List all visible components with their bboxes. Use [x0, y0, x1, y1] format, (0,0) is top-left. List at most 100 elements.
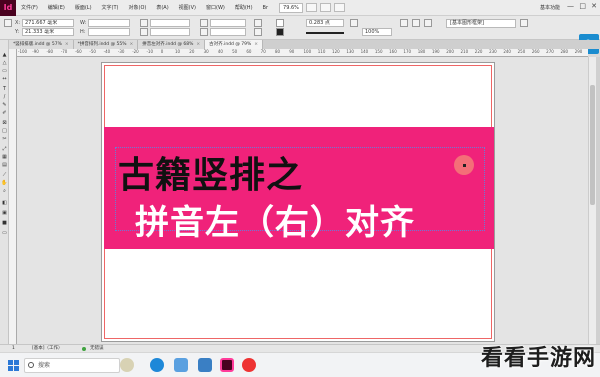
zoom-level[interactable]: 79.6% — [279, 2, 303, 13]
scale-x-icon[interactable] — [140, 19, 148, 27]
close-button[interactable]: ✕ — [591, 2, 597, 10]
selection-tool-icon[interactable]: ▲ — [1, 52, 8, 58]
maximize-button[interactable]: □ — [579, 2, 586, 10]
close-tab-icon[interactable]: × — [254, 42, 258, 47]
x-field[interactable]: 271.667 毫米 — [22, 19, 74, 27]
line-tool-icon[interactable]: / — [1, 94, 8, 100]
minimize-button[interactable]: — — [567, 2, 574, 10]
rectangle-frame-tool-icon[interactable]: ⊠ — [1, 120, 8, 126]
rectangle-tool-icon[interactable]: □ — [1, 128, 8, 134]
menu-window[interactable]: 窗口(W) — [201, 4, 230, 11]
task-view-icon[interactable] — [174, 358, 188, 372]
stroke-swatch-icon[interactable] — [276, 28, 284, 36]
zoom-tool-icon[interactable]: ⌕ — [1, 188, 8, 194]
type-tool-icon[interactable]: T — [1, 86, 8, 92]
opacity-field[interactable]: 100% — [362, 28, 392, 36]
gap-tool-icon[interactable]: ↔ — [1, 76, 8, 82]
object-style-select[interactable]: [基本图形框架] — [446, 19, 516, 28]
menu-view[interactable]: 视图(V) — [174, 4, 201, 11]
scissors-tool-icon[interactable]: ✂ — [1, 136, 8, 142]
ruler-tick-label: -70 — [60, 49, 68, 54]
menu-type[interactable]: 文字(T) — [97, 4, 124, 11]
reference-point-icon[interactable] — [4, 19, 12, 27]
edge-browser-icon[interactable] — [150, 358, 164, 372]
scale-y-icon[interactable] — [140, 28, 148, 36]
apply-color-icon[interactable]: ■ — [1, 220, 8, 226]
close-tab-icon[interactable]: × — [65, 42, 69, 47]
menu-table[interactable]: 表(A) — [151, 4, 173, 11]
direct-selection-tool-icon[interactable]: △ — [1, 60, 8, 66]
tab-label: 古对齐.indd @ 79% — [209, 42, 252, 47]
vertical-scrollbar[interactable] — [588, 57, 596, 344]
page-tool-icon[interactable]: ▭ — [1, 68, 8, 74]
windows-start-icon[interactable] — [8, 360, 19, 371]
formatting-affects-container-icon[interactable]: ▣ — [1, 210, 8, 216]
rotate-field[interactable] — [210, 19, 246, 27]
pencil-tool-icon[interactable]: ✐ — [1, 110, 8, 116]
fill-stroke-icon[interactable]: ◧ — [1, 200, 8, 206]
stroke-weight-field[interactable]: 0.283 点 — [306, 19, 344, 27]
flip-vertical-icon[interactable] — [254, 28, 262, 36]
record-app-icon[interactable] — [242, 358, 256, 372]
flip-horizontal-icon[interactable] — [254, 19, 262, 27]
scale-x-field[interactable] — [150, 19, 190, 27]
pink-banner-rectangle[interactable]: 古籍竖排之 拼音左（右）对齐 — [104, 127, 494, 249]
title-line-2[interactable]: 拼音左（右）对齐 — [135, 195, 415, 244]
stroke-type-selector[interactable] — [306, 32, 344, 34]
store-icon[interactable] — [198, 358, 212, 372]
vertical-ruler[interactable] — [9, 49, 17, 344]
menu-object[interactable]: 对象(O) — [124, 4, 152, 11]
workspace-switcher[interactable]: 基本功能 — [540, 4, 560, 11]
gradient-tool-icon[interactable]: ▦ — [1, 154, 8, 160]
menu-bar: Id 文件(F) 编辑(E) 版面(L) 文字(T) 对象(O) 表(A) 视图… — [0, 0, 600, 16]
view-options-button[interactable] — [305, 3, 317, 12]
shear-field[interactable] — [210, 28, 246, 36]
close-tab-icon[interactable]: × — [130, 42, 134, 47]
fit-content-icon[interactable] — [400, 19, 408, 27]
wrap-icon[interactable] — [520, 19, 528, 27]
taskbar-search-input[interactable]: 搜索 — [24, 358, 120, 373]
center-content-icon[interactable] — [424, 19, 432, 27]
bridge-button[interactable]: Br — [258, 5, 274, 11]
ruler-tick-label: 240 — [503, 49, 511, 54]
scale-y-field[interactable] — [150, 28, 190, 36]
note-tool-icon[interactable]: ▤ — [1, 162, 8, 168]
menu-help[interactable]: 帮助(H) — [230, 4, 258, 11]
menu-layout[interactable]: 版面(L) — [70, 4, 97, 11]
tab-document-2[interactable]: *拼音排列.indd @ 55% × — [73, 40, 139, 49]
rotate-icon[interactable] — [200, 19, 208, 27]
y-field[interactable]: 21.333 毫米 — [22, 28, 74, 36]
effects-icon[interactable] — [350, 19, 358, 27]
view-mode-icon[interactable]: ▭ — [1, 230, 8, 236]
pinned-app-icon[interactable] — [120, 358, 134, 372]
arrange-documents-button[interactable] — [333, 3, 345, 12]
pasteboard[interactable]: 古籍竖排之 拼音左（右）对齐 — [17, 57, 588, 344]
close-tab-icon[interactable]: × — [196, 42, 200, 47]
ruler-tick-label: 20 — [189, 49, 195, 54]
tab-document-3[interactable]: 拼音左对齐.indd @ 68% × — [138, 40, 206, 49]
hand-tool-icon[interactable]: ✋ — [1, 180, 8, 186]
ruler-tick-label: 280 — [560, 49, 569, 54]
preflight-profile[interactable]: [基本]（工作） — [32, 345, 63, 352]
free-transform-tool-icon[interactable]: ⤢ — [1, 146, 8, 152]
indesign-taskbar-icon[interactable] — [220, 358, 234, 372]
document-page[interactable]: 古籍竖排之 拼音左（右）对齐 — [101, 62, 495, 342]
scrollbar-thumb[interactable] — [590, 85, 595, 205]
h-field[interactable] — [88, 28, 130, 36]
ruler-tick-label: 200 — [446, 49, 454, 54]
tab-document-1[interactable]: *竖排排版.indd @ 57% × — [9, 40, 74, 49]
fill-swatch-icon[interactable] — [276, 19, 284, 27]
screen-mode-button[interactable] — [319, 3, 331, 12]
menu-file[interactable]: 文件(F) — [16, 4, 43, 11]
w-field[interactable] — [88, 19, 130, 27]
page-number-field[interactable]: 1 — [12, 345, 15, 352]
tab-document-4[interactable]: 古对齐.indd @ 79% × — [205, 40, 264, 49]
shear-icon[interactable] — [200, 28, 208, 36]
menu-edit[interactable]: 编辑(E) — [43, 4, 70, 11]
preflight-status[interactable]: 无错误 — [90, 345, 104, 352]
pen-tool-icon[interactable]: ✎ — [1, 102, 8, 108]
title-line-1[interactable]: 古籍竖排之 — [118, 146, 303, 198]
eyedropper-tool-icon[interactable]: ⟋ — [1, 172, 8, 178]
horizontal-ruler[interactable]: -100 -90 -80 -70 -60 -50 -40 -30 -20 -10 0 10 20 30 40… — [17, 49, 588, 57]
fit-frame-icon[interactable] — [412, 19, 420, 27]
